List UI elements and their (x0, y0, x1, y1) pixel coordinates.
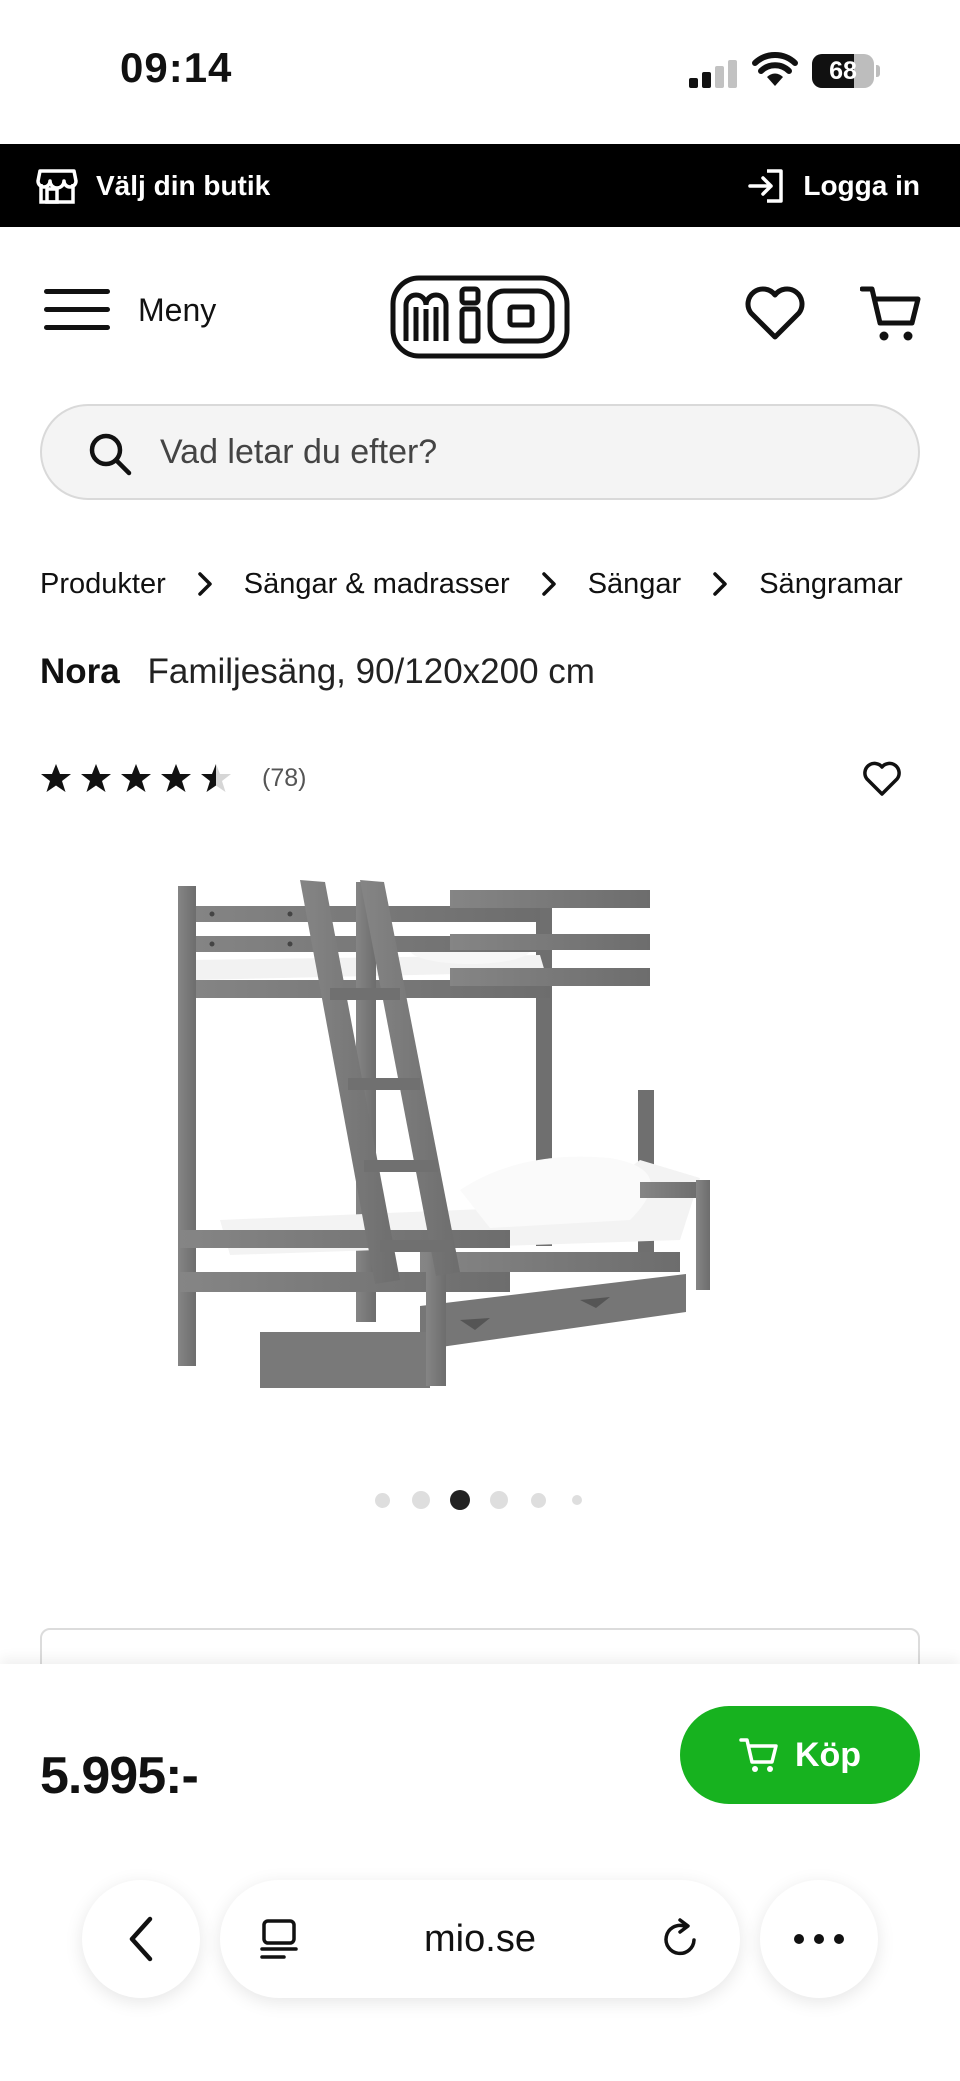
browser-address-bar[interactable]: mio.se (220, 1880, 740, 1998)
carousel-dot[interactable] (412, 1491, 430, 1509)
chevron-right-icon (166, 562, 244, 606)
battery-icon: 68 (812, 54, 880, 88)
chevron-right-icon (510, 562, 588, 606)
breadcrumb-sangar[interactable]: Sängar (588, 568, 682, 601)
battery-level: 68 (829, 57, 857, 85)
reload-icon[interactable] (660, 1918, 702, 1960)
breadcrumb-sangramar[interactable]: Sängramar (759, 568, 902, 601)
carousel-dot[interactable] (490, 1491, 508, 1509)
browser-more-button[interactable] (760, 1880, 878, 1998)
breadcrumb: Produkter Sängar & madrasser Sängar Säng… (40, 562, 903, 606)
store-icon (36, 168, 78, 204)
menu-button[interactable]: Meny (44, 287, 216, 333)
more-dots-icon (794, 1934, 844, 1944)
product-favorite-heart-icon[interactable] (862, 760, 902, 798)
rating-star-icon (201, 764, 231, 792)
login-label: Logga in (803, 169, 920, 201)
image-carousel-dots (0, 1488, 960, 1512)
choose-store-link[interactable]: Välj din butik (36, 144, 270, 227)
choose-store-label: Välj din butik (96, 169, 271, 201)
hamburger-icon (44, 289, 110, 330)
cellular-signal-icon (689, 60, 737, 88)
product-image-bunk-bed[interactable] (160, 860, 810, 1440)
status-time: 09:14 (120, 44, 233, 91)
breadcrumb-sangar-madrasser[interactable]: Sängar & madrasser (244, 568, 510, 601)
login-link[interactable]: Logga in (747, 144, 920, 227)
rating-star-icon (161, 764, 191, 792)
carousel-dot[interactable] (572, 1495, 582, 1505)
search-input[interactable] (160, 424, 880, 480)
carousel-dot[interactable] (374, 1492, 390, 1508)
product-name: Nora (40, 652, 120, 691)
mio-logo[interactable] (390, 275, 570, 359)
cart-icon[interactable] (860, 283, 922, 345)
browser-toolbar: mio.se (0, 1860, 960, 2081)
site-header: Meny (0, 227, 960, 402)
product-price: 5.995:- (40, 1747, 199, 1805)
rating-stars (40, 762, 240, 794)
rating-star-icon (41, 764, 71, 792)
menu-label: Meny (138, 291, 217, 328)
product-title: Nora Familjesäng, 90/120x200 cm (40, 652, 595, 692)
breadcrumb-produkter[interactable]: Produkter (40, 568, 166, 601)
store-bar: Välj din butik Logga in (0, 144, 960, 227)
search-icon (89, 433, 132, 476)
chevron-right-icon (681, 562, 759, 606)
buy-button[interactable]: Köp (680, 1706, 920, 1804)
rating-star-icon (121, 764, 151, 792)
wifi-icon (752, 52, 798, 86)
status-bar: 09:14 68 (0, 0, 960, 144)
login-icon (748, 168, 784, 203)
wishlist-heart-icon[interactable] (744, 285, 806, 343)
review-count: (78) (262, 763, 307, 792)
search-bar[interactable] (40, 404, 920, 500)
product-description: Familjesäng, 90/120x200 cm (147, 652, 595, 691)
browser-back-button[interactable] (82, 1880, 200, 1998)
cart-icon (739, 1738, 778, 1772)
carousel-dot[interactable] (530, 1492, 546, 1508)
buy-label: Köp (794, 1735, 862, 1774)
carousel-dot-active[interactable] (450, 1490, 470, 1510)
product-rating[interactable]: (78) (40, 762, 306, 794)
chevron-left-icon (129, 1916, 153, 1962)
rating-star-icon (81, 764, 111, 792)
